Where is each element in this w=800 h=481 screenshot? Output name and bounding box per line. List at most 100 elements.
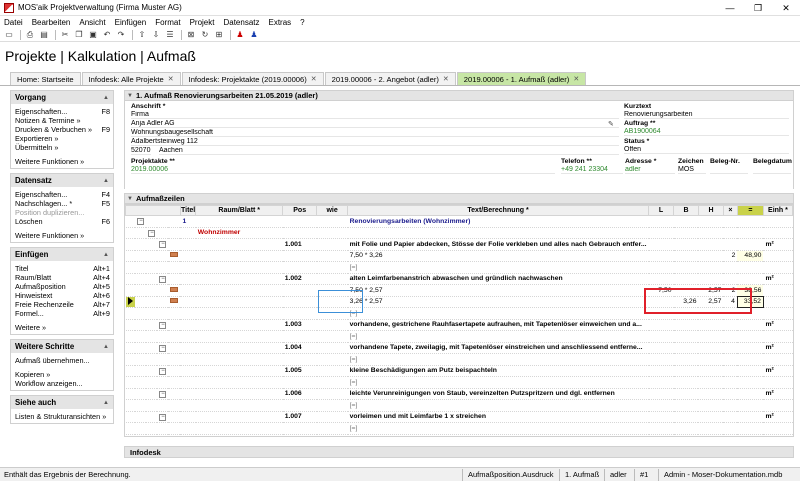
- cell-wie[interactable]: [316, 353, 348, 366]
- cell-times[interactable]: [723, 353, 738, 366]
- tree-cell[interactable]: [125, 342, 136, 354]
- grid-row-pos[interactable]: − 1.002 alten Leimfarbenanstrich abwaschen…: [125, 273, 793, 285]
- auftrag-field[interactable]: AB1900064: [624, 128, 789, 136]
- kurztext-field[interactable]: Renovierungsarbeiten: [624, 111, 789, 119]
- tree-cell[interactable]: [146, 307, 158, 320]
- cell-raum[interactable]: [195, 376, 283, 389]
- cell-text[interactable]: [=]: [347, 353, 649, 366]
- tree-cell[interactable]: [168, 342, 181, 354]
- cell-b[interactable]: [673, 376, 699, 389]
- tree-cell[interactable]: [146, 411, 158, 423]
- cell-einheit[interactable]: m²: [763, 365, 793, 377]
- cell-einheit[interactable]: [763, 330, 793, 343]
- cell-pos[interactable]: [282, 284, 317, 297]
- cell-h[interactable]: [698, 422, 724, 435]
- tree-cell[interactable]: [135, 330, 147, 343]
- cell-b[interactable]: [673, 273, 699, 285]
- tree-cell[interactable]: [125, 388, 136, 400]
- tree-cell[interactable]: [168, 296, 181, 308]
- tree-cell[interactable]: [135, 422, 147, 435]
- tree-cell[interactable]: −: [157, 273, 169, 285]
- cell-b[interactable]: [673, 353, 699, 366]
- sidebar-item-aufmass-uebernehmen[interactable]: Aufmaß übernehmen...: [15, 356, 110, 365]
- tree-cell[interactable]: [146, 273, 158, 285]
- cell-titel[interactable]: [180, 307, 196, 320]
- cell-b[interactable]: [673, 261, 699, 274]
- address-book-icon[interactable]: ✎: [608, 120, 614, 128]
- tab-startseite[interactable]: Home: Startseite: [10, 72, 81, 85]
- cell-einheit[interactable]: m²: [763, 273, 793, 285]
- cell-wie[interactable]: [316, 342, 348, 354]
- sidebar-item-workflow[interactable]: Workflow anzeigen...: [15, 379, 110, 388]
- tree-cell[interactable]: [157, 284, 169, 297]
- delete-row-icon[interactable]: ⊠: [185, 29, 197, 40]
- cell-times[interactable]: [723, 376, 738, 389]
- sidebar-item-eigenschaften[interactable]: Eigenschaften... F4: [15, 190, 110, 199]
- calc-row-icon[interactable]: [170, 252, 179, 258]
- sidebar-item-raum[interactable]: Raum/Blatt Alt+4: [15, 273, 110, 282]
- new-icon[interactable]: ▭: [3, 29, 15, 40]
- telefon-field[interactable]: +49 241 23304: [561, 166, 623, 174]
- infodesk-section[interactable]: Infodesk: [124, 446, 794, 458]
- tree-cell[interactable]: [135, 342, 147, 354]
- cell-result[interactable]: [737, 365, 764, 377]
- tree-cell[interactable]: [125, 376, 136, 389]
- cell-wie[interactable]: [316, 261, 348, 274]
- cell-h[interactable]: [698, 376, 724, 389]
- cell-l[interactable]: [648, 388, 674, 400]
- maximize-button[interactable]: ❐: [744, 0, 772, 16]
- cell-h[interactable]: [698, 238, 724, 251]
- cell-l[interactable]: [648, 365, 674, 377]
- cell-text[interactable]: 3,26 * 2,57: [347, 296, 649, 308]
- cell-h[interactable]: [698, 261, 724, 274]
- tree-cell[interactable]: [125, 399, 136, 412]
- cell-b[interactable]: [673, 250, 699, 262]
- cell-pos[interactable]: 1.007: [282, 411, 317, 423]
- cell-raum[interactable]: [195, 319, 283, 331]
- menu-format[interactable]: Format: [155, 18, 180, 27]
- expand-toggle-icon[interactable]: −: [159, 321, 167, 329]
- cell-result[interactable]: [737, 342, 764, 354]
- sidebar-item-formel[interactable]: Formel... Alt+9: [15, 309, 110, 318]
- tree-cell[interactable]: [135, 296, 147, 308]
- undo-icon[interactable]: ↶: [101, 29, 113, 40]
- cell-titel[interactable]: [180, 342, 196, 354]
- sidebar-item-nachschlagen[interactable]: Nachschlagen... * F5: [15, 199, 110, 208]
- tree-cell[interactable]: [125, 215, 136, 228]
- sidebar-item-rechenzeile[interactable]: Freie Rechenzeile Alt+7: [15, 300, 110, 309]
- belegnr-field[interactable]: [710, 166, 748, 174]
- cell-titel[interactable]: 1: [180, 215, 196, 228]
- tree-cell[interactable]: [135, 353, 147, 366]
- cell-pos[interactable]: [282, 307, 317, 320]
- cell-l[interactable]: [648, 227, 674, 239]
- cell-raum[interactable]: [195, 307, 283, 320]
- tree-cell[interactable]: [125, 353, 136, 366]
- grid-row-room[interactable]: − Wohnzimmer: [125, 227, 793, 239]
- cell-raum[interactable]: [195, 296, 283, 308]
- sidebar-item-notizen[interactable]: Notizen & Termine »: [15, 116, 110, 125]
- tree-cell[interactable]: [125, 411, 136, 423]
- tree-cell[interactable]: [168, 227, 181, 239]
- cell-l[interactable]: [648, 261, 674, 274]
- cell-titel[interactable]: [180, 376, 196, 389]
- cell-l[interactable]: [648, 250, 674, 262]
- cell-einheit[interactable]: [763, 296, 793, 308]
- cell-times[interactable]: [723, 422, 738, 435]
- expand-toggle-icon[interactable]: −: [148, 229, 156, 237]
- redo-icon[interactable]: ↷: [115, 29, 127, 40]
- cell-text[interactable]: [347, 227, 649, 239]
- cell-times[interactable]: [723, 261, 738, 274]
- move-up-icon[interactable]: ⇧: [136, 29, 148, 40]
- tree-cell[interactable]: [168, 319, 181, 331]
- cell-result[interactable]: [737, 376, 764, 389]
- column-header-times[interactable]: ×: [722, 205, 738, 216]
- sidebar-item-eigenschaften[interactable]: Eigenschaften... F8: [15, 107, 110, 116]
- tree-cell[interactable]: [135, 227, 147, 239]
- tree-cell[interactable]: [146, 319, 158, 331]
- tree-cell[interactable]: [168, 250, 181, 262]
- tree-cell[interactable]: [168, 365, 181, 377]
- cell-raum[interactable]: [195, 422, 283, 435]
- cell-einheit[interactable]: [763, 215, 793, 228]
- grid-row-pos[interactable]: − 1.007 vorleimen und mit Leimfarbe 1 x st…: [125, 411, 793, 423]
- cell-l[interactable]: [648, 353, 674, 366]
